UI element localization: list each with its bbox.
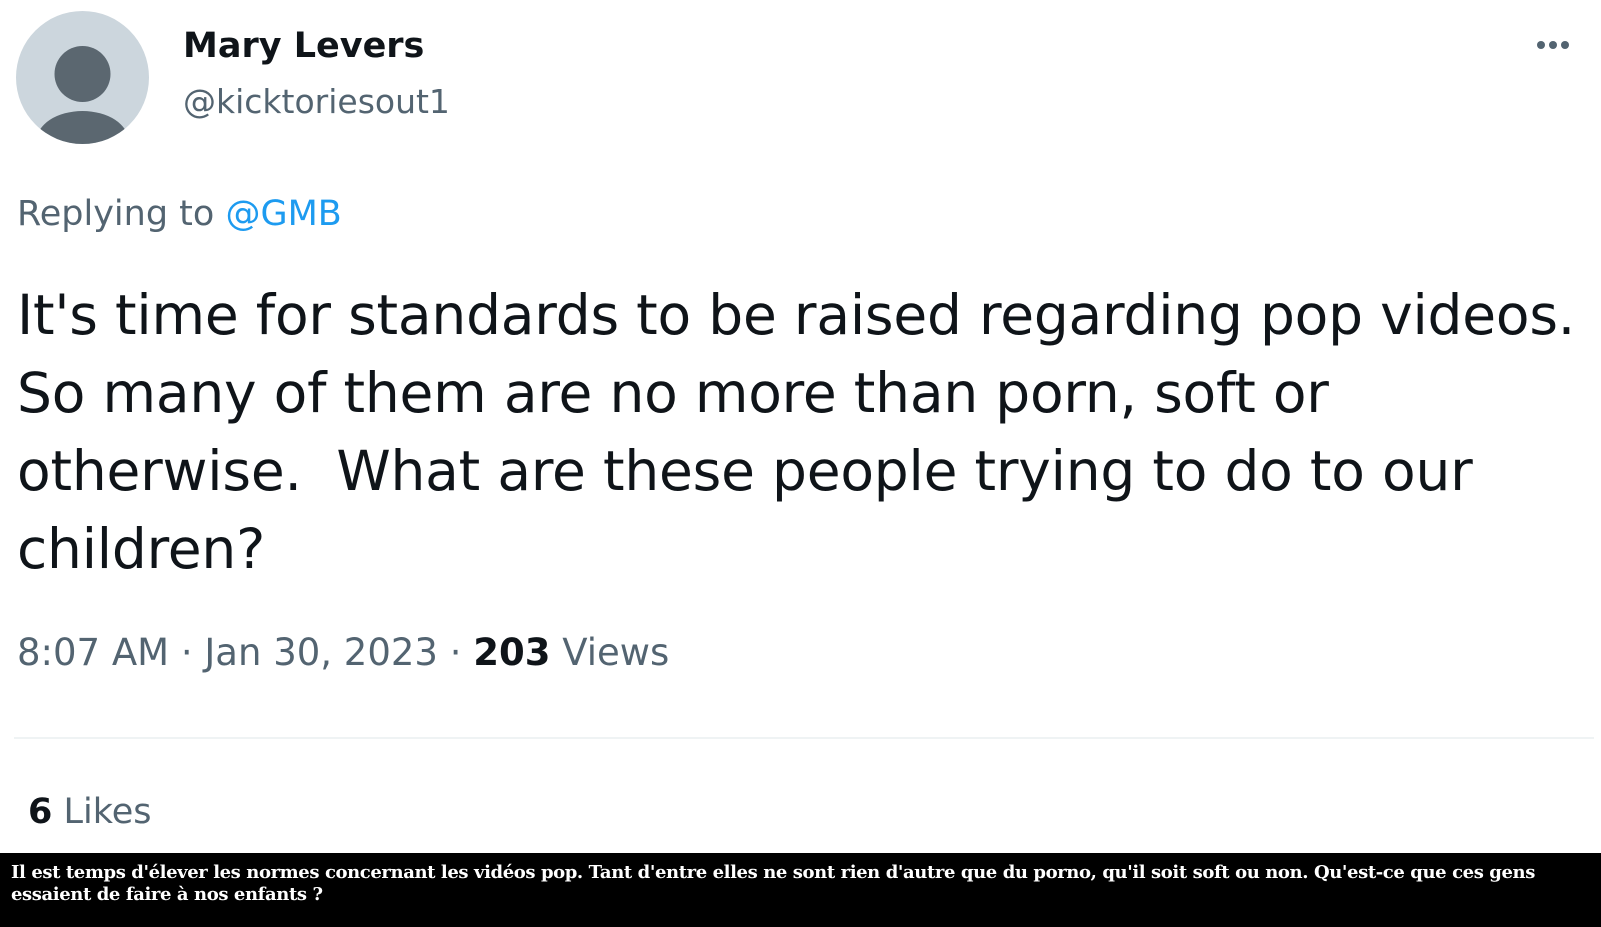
meta-separator: · (180, 631, 193, 674)
tweet-time[interactable]: 8:07 AM (17, 631, 169, 674)
more-options-button[interactable] (1534, 30, 1586, 60)
default-profile-icon (36, 46, 129, 144)
tweet-date[interactable]: Jan 30, 2023 (204, 631, 438, 674)
replying-to: Replying to @GMB (17, 192, 342, 236)
replying-to-label: Replying to (17, 194, 215, 234)
tweet-text: It's time for standards to be raised reg… (17, 283, 1576, 581)
divider (14, 737, 1594, 739)
meta-separator: · (449, 631, 462, 674)
views-label: Views (562, 631, 670, 674)
views-count: 203 (473, 631, 551, 674)
author-handle[interactable]: @kicktoriesout1 (183, 80, 450, 124)
likes-link[interactable]: 6 Likes (28, 790, 152, 834)
caption-text: Il est temps d'élever les normes concern… (11, 862, 1535, 905)
avatar[interactable] (16, 11, 149, 144)
author-display-name[interactable]: Mary Levers (183, 24, 424, 68)
translation-caption: Il est temps d'élever les normes concern… (0, 853, 1601, 927)
likes-count: 6 (28, 792, 53, 832)
reply-mention-link[interactable]: @GMB (225, 194, 341, 234)
likes-label: Likes (63, 792, 152, 832)
tweet-meta: 8:07 AM · Jan 30, 2023 · 203 Views (17, 630, 669, 676)
more-options-icon (1537, 41, 1569, 49)
tweet-card: Mary Levers @kicktoriesout1 Replying to … (0, 0, 1601, 853)
